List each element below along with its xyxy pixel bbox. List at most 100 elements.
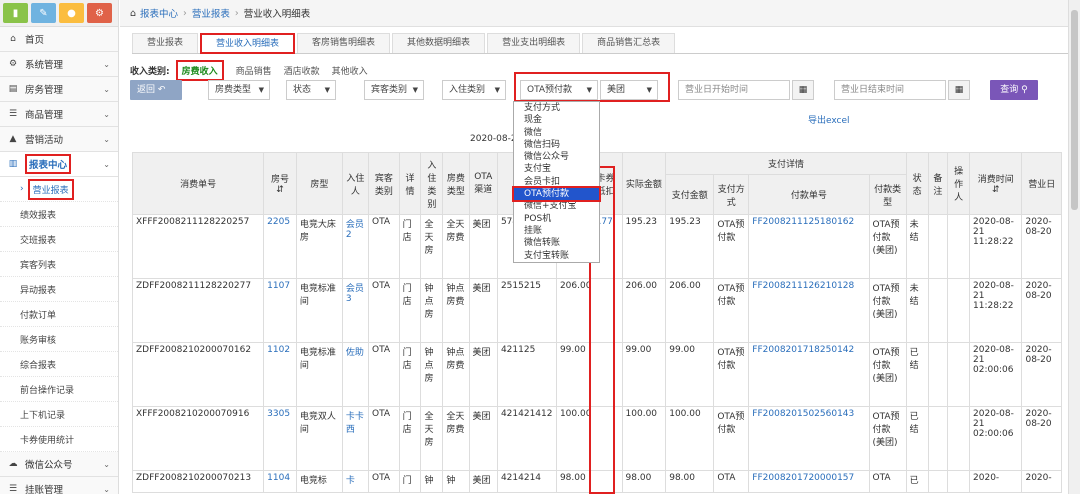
sidebar-item-home[interactable]: ⌂ 首页 — [0, 27, 118, 52]
scrollbar-thumb[interactable] — [1071, 10, 1078, 210]
undo-icon: ↶ — [157, 85, 166, 95]
tab-other-data[interactable]: 其他数据明细表 — [392, 33, 486, 53]
calendar-icon[interactable]: ▦ — [948, 80, 970, 100]
pay-no-link[interactable]: FF2008211125180162 — [748, 214, 870, 279]
sidebar-item-reports[interactable]: ▥ 报表中心 ⌄ — [0, 152, 118, 177]
caret-down-icon: ▼ — [324, 86, 330, 94]
guest-link[interactable]: 会员3 — [341, 278, 370, 343]
col-biz-day: 营业日 — [1021, 152, 1062, 215]
col-time[interactable]: 消费时间 ⇵ — [969, 152, 1023, 215]
tab-expense-detail[interactable]: 营业支出明细表 — [487, 33, 581, 53]
dropdown-option[interactable]: 支付宝转账 — [514, 250, 599, 262]
room-fee-type-select[interactable]: 房费类型 ▼ — [208, 80, 270, 100]
sidebar-item-system[interactable]: ⚙ 系统管理 ⌄ — [0, 52, 118, 77]
chevron-down-icon: ⌄ — [103, 59, 110, 69]
room-link[interactable]: 1107 — [263, 278, 297, 343]
status-select[interactable]: 状态 ▼ — [286, 80, 336, 100]
sidebar-item-marketing[interactable]: ▲ 营销活动 ⌄ — [0, 127, 118, 152]
col-order-no[interactable]: 消费单号 — [131, 152, 265, 215]
bar-chart-icon: ▥ — [8, 159, 18, 169]
guest-link[interactable]: 卡卡西 — [341, 406, 370, 471]
back-button[interactable]: 返回 ↶ — [130, 80, 182, 100]
col-pay-type: 付款类型 — [868, 174, 907, 215]
dropdown-option[interactable]: 微信 — [514, 127, 599, 139]
query-button[interactable]: 查询 ⚲ — [990, 80, 1038, 100]
tab-room-sales[interactable]: 客房销售明细表 — [297, 33, 391, 53]
breadcrumb-link-reports[interactable]: 报表中心 — [140, 6, 178, 20]
dropdown-option[interactable]: 微信+支付宝 — [514, 200, 599, 212]
category-other-income[interactable]: 其他收入 — [332, 64, 368, 77]
col-group-payment: 支付详情 — [665, 152, 907, 175]
dropdown-option[interactable]: 支付宝 — [514, 163, 599, 175]
breadcrumb-link-business[interactable]: 营业报表 — [192, 6, 230, 20]
category-room-fee[interactable]: 房费收入 — [175, 59, 224, 81]
search-icon: ⚲ — [1021, 85, 1028, 95]
sidebar-item-goods[interactable]: ☰ 商品管理 ⌄ — [0, 102, 118, 127]
tab-income-detail[interactable]: 营业收入明细表 — [200, 33, 296, 54]
caret-right-icon: › — [20, 184, 24, 194]
sort-icon: ⇵ — [991, 185, 1000, 195]
dropdown-option[interactable]: 挂账 — [514, 225, 599, 237]
start-date-input[interactable]: 营业日开始时间 — [678, 80, 790, 100]
end-date-input[interactable]: 营业日结束时间 — [834, 80, 946, 100]
room-link[interactable]: 1104 — [263, 470, 297, 493]
vertical-scrollbar[interactable] — [1068, 0, 1080, 494]
dropdown-option[interactable]: 微信公众号 — [514, 151, 599, 163]
chevron-down-icon: ⌄ — [103, 109, 110, 119]
users-icon[interactable]: ● — [59, 3, 84, 23]
dropdown-option-selected[interactable]: OTA预付款 — [512, 186, 601, 203]
pay-no-link[interactable]: FF2008201720000157 — [748, 470, 870, 493]
cogs-icon[interactable]: ⚙ — [87, 3, 112, 23]
list-icon: ☰ — [8, 109, 18, 119]
sidebar-subitem[interactable]: 异动报表 — [0, 277, 118, 302]
dropdown-option[interactable]: POS机 — [514, 213, 599, 225]
export-excel-link[interactable]: 导出excel — [808, 113, 850, 126]
sidebar-subitem[interactable]: 卡券使用统计 — [0, 427, 118, 452]
sidebar-subitem[interactable]: 综合报表 — [0, 352, 118, 377]
sidebar-subitem[interactable]: 宾客列表 — [0, 252, 118, 277]
category-goods-sales[interactable]: 商品销售 — [236, 64, 272, 77]
sidebar-subitem-business-report[interactable]: › 营业报表 — [0, 177, 118, 202]
guest-link[interactable]: 卡 — [341, 470, 370, 493]
guest-link[interactable]: 会员2 — [341, 214, 370, 279]
dropdown-option[interactable]: 支付方式 — [514, 102, 599, 114]
sidebar-subitem[interactable]: 绩效报表 — [0, 202, 118, 227]
checkin-type-select[interactable]: 入住类别 ▼ — [442, 80, 506, 100]
sidebar-subitem[interactable]: 上下机记录 — [0, 402, 118, 427]
sidebar-subitem[interactable]: 付款订单 — [0, 302, 118, 327]
chevron-down-icon: ⌄ — [103, 159, 110, 169]
pay-no-link[interactable]: FF2008201718250142 — [748, 342, 870, 407]
home-icon: ⌂ — [130, 7, 137, 19]
chevron-down-icon: ⌄ — [103, 134, 110, 144]
sidebar-subitem[interactable]: 账务审核 — [0, 327, 118, 352]
sort-icon: ⇵ — [276, 185, 284, 195]
guest-link[interactable]: 佐助 — [341, 342, 370, 407]
room-link[interactable]: 2205 — [263, 214, 297, 279]
caret-down-icon: ▼ — [412, 86, 418, 94]
sidebar-item-rooms[interactable]: ▤ 房务管理 ⌄ — [0, 77, 118, 102]
chart-icon[interactable]: ▮ — [3, 3, 28, 23]
sidebar-item-credit[interactable]: ☰ 挂账管理 ⌄ — [0, 477, 118, 494]
pay-no-link[interactable]: FF2008201502560143 — [748, 406, 870, 471]
caret-down-icon: ▼ — [494, 86, 500, 94]
pencil-icon[interactable]: ✎ — [31, 3, 56, 23]
col-room-type: 房型 — [295, 152, 343, 215]
dropdown-option[interactable]: 现金 — [514, 114, 599, 126]
sidebar-subitem[interactable]: 交班报表 — [0, 227, 118, 252]
guest-category-select[interactable]: 宾客类别 ▼ — [364, 80, 424, 100]
dropdown-option[interactable]: 微信扫码 — [514, 139, 599, 151]
calendar-icon[interactable]: ▦ — [792, 80, 814, 100]
pay-no-link[interactable]: FF2008211126210128 — [748, 278, 870, 343]
sidebar-subitem[interactable]: 前台操作记录 — [0, 377, 118, 402]
room-link[interactable]: 3305 — [263, 406, 297, 471]
tab-goods-summary[interactable]: 商品销售汇总表 — [582, 33, 676, 53]
tab-business-report[interactable]: 营业报表 — [132, 33, 199, 53]
category-hotel-collection[interactable]: 酒店收款 — [284, 64, 320, 77]
dropdown-option[interactable]: 微信转账 — [514, 237, 599, 249]
col-room-no[interactable]: 房号 ⇵ — [263, 152, 297, 215]
breadcrumb-current: 营业收入明细表 — [243, 9, 311, 20]
sidebar-item-wechat[interactable]: ☁ 微信公众号 ⌄ — [0, 452, 118, 477]
col-fee-type: 房费类型 — [442, 152, 470, 215]
room-link[interactable]: 1102 — [263, 342, 297, 407]
dropdown-option[interactable]: 会员卡扣 — [514, 176, 599, 188]
